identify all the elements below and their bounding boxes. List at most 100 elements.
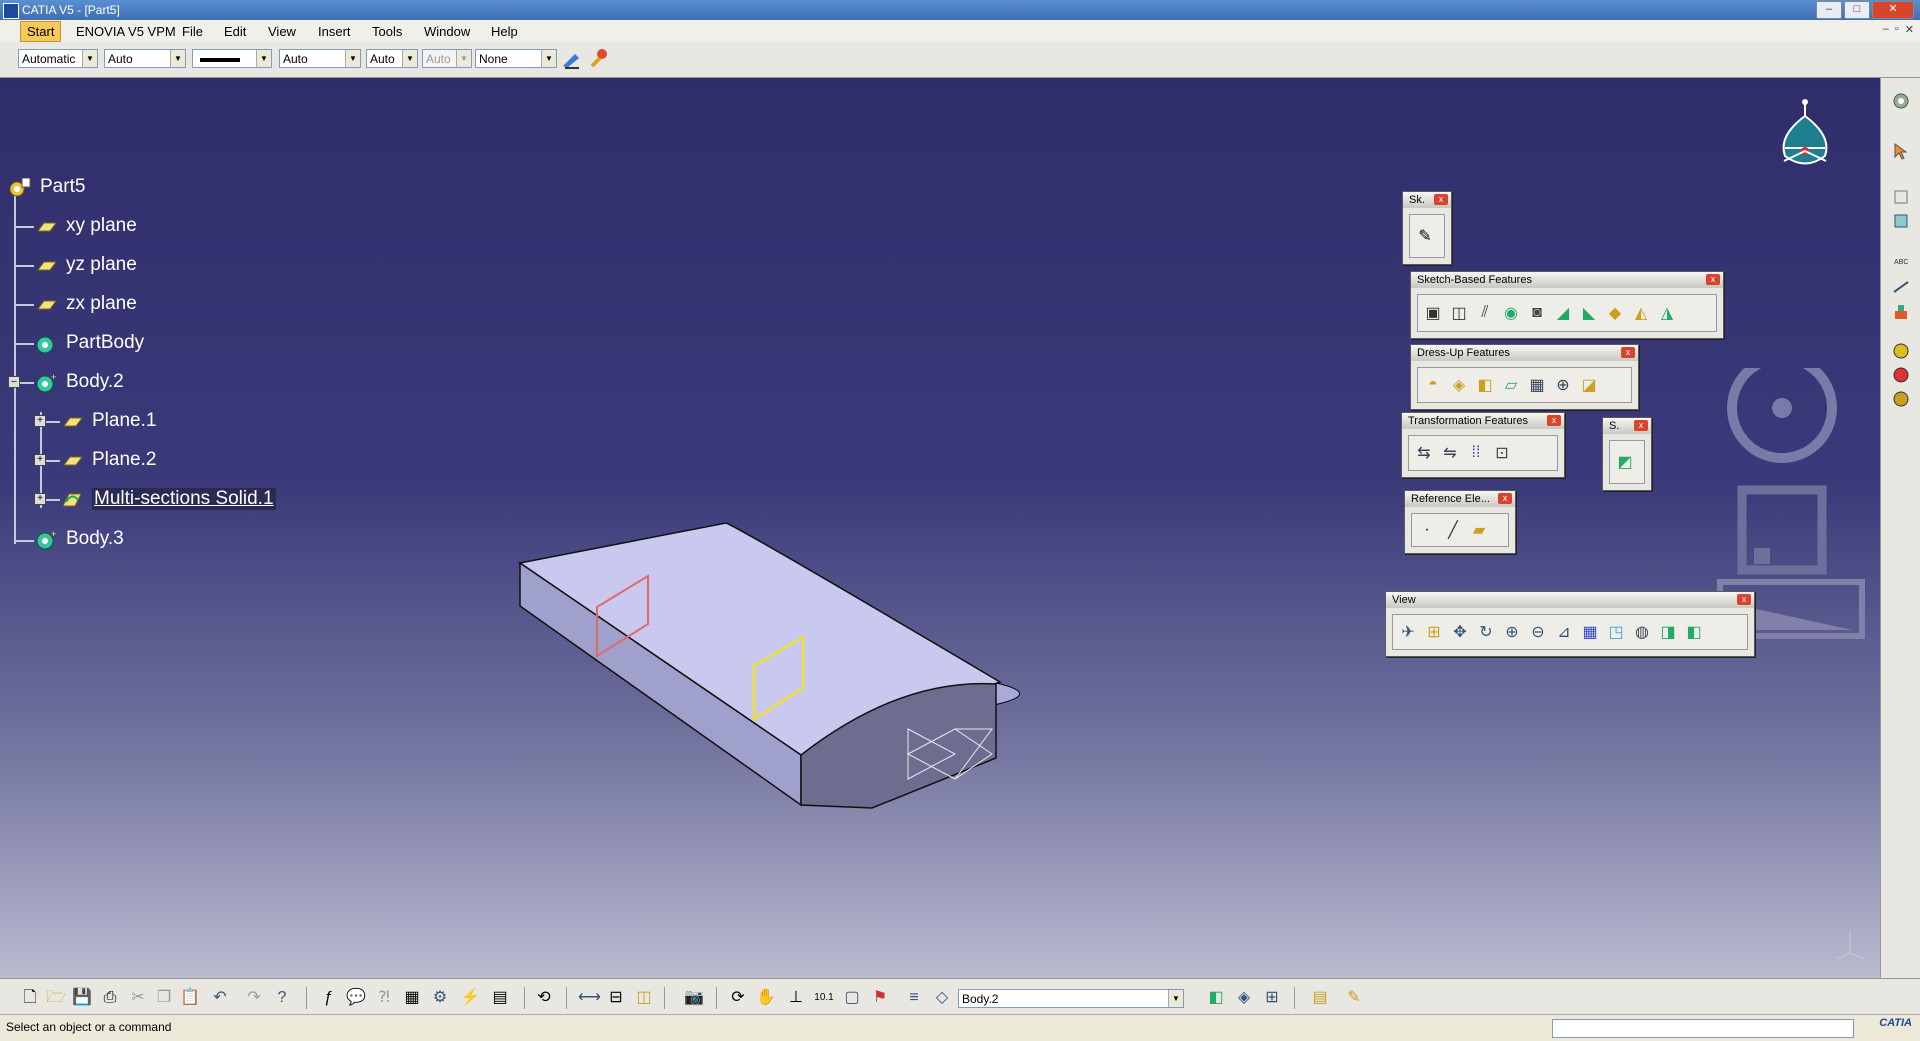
draft-icon[interactable]: ◧: [1474, 374, 1496, 396]
design-table-icon[interactable]: ▤: [490, 988, 510, 1008]
measure-between-icon[interactable]: ⟷: [578, 988, 601, 1008]
menu-view[interactable]: View: [268, 24, 296, 39]
mdi-minimize-button[interactable]: –: [1883, 23, 1889, 36]
expand-toggle[interactable]: +: [34, 493, 46, 505]
zoom-out-icon[interactable]: ⊖: [1527, 621, 1549, 643]
line-weight-combo[interactable]: 7▼: [192, 49, 272, 68]
edge-fillet-icon[interactable]: ◓: [1422, 374, 1444, 396]
scan-icon[interactable]: ◇: [932, 988, 952, 1008]
reactions-icon[interactable]: ⚡: [460, 988, 480, 1008]
constraint-icon[interactable]: [1892, 278, 1910, 296]
grid-values-icon[interactable]: 10.1: [814, 988, 834, 1008]
mdi-restore-button[interactable]: ▫: [1895, 23, 1899, 36]
properties-brush-icon[interactable]: [588, 48, 610, 70]
minimize-button[interactable]: –: [1816, 1, 1842, 19]
toolbar-close-button[interactable]: x: [1498, 493, 1512, 504]
paste-icon[interactable]: 📋: [180, 988, 200, 1008]
chamfer-icon[interactable]: ◈: [1448, 374, 1470, 396]
sketch-icon[interactable]: ✎: [1414, 225, 1436, 247]
thickness-icon[interactable]: ▦: [1526, 374, 1548, 396]
plane-icon[interactable]: [1892, 212, 1910, 230]
translation-icon[interactable]: ⇆: [1413, 442, 1435, 464]
measure-icon[interactable]: [1892, 342, 1910, 360]
removed-multisections-icon[interactable]: ◮: [1656, 302, 1678, 324]
line-type-combo[interactable]: Auto ▼: [279, 49, 361, 68]
swap-visible-space-icon[interactable]: ◧: [1683, 621, 1705, 643]
mdi-close-button[interactable]: ✕: [1905, 23, 1914, 36]
table-icon[interactable]: ▦: [402, 988, 422, 1008]
print-icon[interactable]: ⎙: [100, 988, 120, 1008]
apply-material-icon[interactable]: [1892, 303, 1910, 321]
copy-icon[interactable]: ❐: [154, 988, 174, 1008]
multi-view-icon[interactable]: ▦: [1579, 621, 1601, 643]
slot-icon[interactable]: ◣: [1578, 302, 1600, 324]
draft-analysis-icon[interactable]: [1892, 390, 1910, 408]
render-style-combo[interactable]: None ▼: [475, 49, 557, 68]
knowledge-icon[interactable]: 💬: [346, 988, 366, 1008]
fly-mode-icon[interactable]: ✈: [1397, 621, 1419, 643]
toolbar-close-button[interactable]: x: [1737, 594, 1751, 605]
new-file-icon[interactable]: 🗋: [20, 988, 40, 1008]
boolean-icon[interactable]: ◈: [1234, 988, 1254, 1008]
menu-tools[interactable]: Tools: [372, 24, 402, 39]
open-folder-icon[interactable]: 🗁: [46, 988, 66, 1008]
hand-icon[interactable]: ✋: [756, 988, 776, 1008]
mirror-icon[interactable]: ⇋: [1439, 442, 1461, 464]
rotate-icon[interactable]: ↻: [1475, 621, 1497, 643]
stiffener-icon[interactable]: ◆: [1604, 302, 1626, 324]
catalog-icon[interactable]: ▤: [1310, 988, 1330, 1008]
3d-viewport[interactable]: Part5 xy plane yz plane zx plane PartBod…: [0, 78, 1880, 978]
toolbar-close-button[interactable]: x: [1621, 347, 1635, 358]
pan-icon[interactable]: ✥: [1449, 621, 1471, 643]
menu-window[interactable]: Window: [424, 24, 470, 39]
painter-icon[interactable]: [561, 50, 583, 70]
menu-start[interactable]: Start: [20, 21, 62, 42]
formula-icon[interactable]: ƒ: [318, 988, 338, 1008]
select-arrow-icon[interactable]: [1892, 142, 1910, 160]
expand-toggle[interactable]: +: [34, 454, 46, 466]
constraints-icon[interactable]: ▢: [842, 988, 862, 1008]
gear-icon[interactable]: [1892, 92, 1910, 110]
point-type-combo[interactable]: Auto ▼: [366, 49, 418, 68]
close-button[interactable]: ✕: [1872, 1, 1914, 19]
compass-icon[interactable]: [1770, 96, 1840, 176]
pocket-icon[interactable]: ◫: [1448, 302, 1470, 324]
hide-show-icon[interactable]: ◨: [1657, 621, 1679, 643]
groove-icon[interactable]: ◉: [1500, 302, 1522, 324]
collapse-toggle[interactable]: –: [8, 376, 20, 388]
split-icon[interactable]: ◩: [1614, 451, 1636, 473]
layer-combo[interactable]: Auto ▼: [422, 49, 472, 68]
shaft-icon[interactable]: ⫽: [1474, 302, 1496, 324]
multisections-solid-model[interactable]: [500, 428, 1020, 868]
analysis-icon[interactable]: [1892, 366, 1910, 384]
zoom-in-icon[interactable]: ⊕: [1501, 621, 1523, 643]
add-icon[interactable]: ⊞: [1262, 988, 1282, 1008]
toolbar-close-button[interactable]: x: [1634, 420, 1648, 431]
plane-icon[interactable]: ▰: [1468, 519, 1490, 541]
redo-icon[interactable]: ↷: [244, 988, 264, 1008]
update-icon[interactable]: ⟲: [534, 988, 554, 1008]
snap-icon[interactable]: ⚑: [870, 988, 890, 1008]
menu-insert[interactable]: Insert: [318, 24, 351, 39]
scaling-icon[interactable]: ⊡: [1491, 442, 1513, 464]
undo-icon[interactable]: ↶: [210, 988, 230, 1008]
thread-icon[interactable]: ⊕: [1552, 374, 1574, 396]
refresh-icon[interactable]: ⟳: [728, 988, 748, 1008]
instantiate-icon[interactable]: ✎: [1344, 988, 1364, 1008]
toolbar-close-button[interactable]: x: [1706, 274, 1720, 285]
multisections-solid-icon[interactable]: ◭: [1630, 302, 1652, 324]
menu-help[interactable]: Help: [491, 24, 518, 39]
measure-inertia-icon[interactable]: ◫: [634, 988, 654, 1008]
menu-edit[interactable]: Edit: [224, 24, 246, 39]
menu-enovia[interactable]: ENOVIA V5 VPM: [76, 24, 176, 39]
menu-file[interactable]: File: [182, 24, 203, 39]
remove-face-icon[interactable]: ◪: [1578, 374, 1600, 396]
maximize-button[interactable]: □: [1844, 1, 1870, 19]
layer-icon[interactable]: ≡: [904, 988, 924, 1008]
normal-view-icon[interactable]: ⊿: [1553, 621, 1575, 643]
shading-icon[interactable]: ◍: [1631, 621, 1653, 643]
comment-icon[interactable]: ⁈: [374, 988, 394, 1008]
insert-body-icon[interactable]: ◧: [1206, 988, 1226, 1008]
point-icon[interactable]: ·: [1416, 519, 1438, 541]
toolbar-close-button[interactable]: x: [1434, 194, 1448, 205]
